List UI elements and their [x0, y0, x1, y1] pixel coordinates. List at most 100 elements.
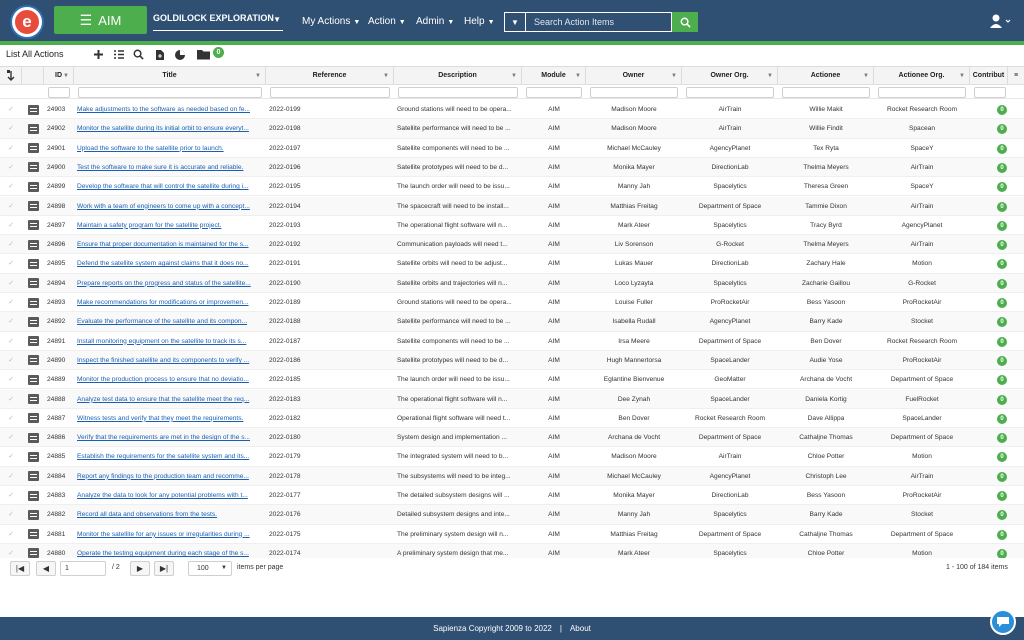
- notes-icon[interactable]: [27, 297, 39, 308]
- notes-icon[interactable]: [27, 451, 39, 462]
- cell-title[interactable]: Analyze the data to look for any potenti…: [74, 486, 266, 505]
- notes-icon[interactable]: [22, 467, 44, 486]
- cell-title[interactable]: Verify that the requirements are met in …: [74, 428, 266, 447]
- sort-icon[interactable]: [0, 67, 22, 85]
- filter-description[interactable]: [398, 87, 518, 98]
- notes-icon[interactable]: [27, 374, 39, 385]
- user-menu[interactable]: [988, 13, 1012, 29]
- notes-icon[interactable]: [22, 100, 44, 119]
- notes-icon[interactable]: [27, 529, 39, 540]
- cell-title[interactable]: Make recommendations for modifications o…: [74, 293, 266, 312]
- table-row[interactable]: ✓ 24894 Prepare reports on the progress an…: [0, 273, 1024, 293]
- page-size-select[interactable]: 100 ▼: [188, 561, 232, 576]
- cell-title[interactable]: Evaluate the performance of the satellit…: [74, 312, 266, 331]
- search-scope-dropdown[interactable]: ▼: [504, 12, 526, 32]
- table-row[interactable]: ✓ 24901 Upload the software to the satelli…: [0, 139, 1024, 158]
- search-input[interactable]: [526, 12, 672, 32]
- notes-icon[interactable]: [27, 490, 39, 501]
- filter-owner-org[interactable]: [686, 87, 774, 98]
- prev-page-button[interactable]: ◀: [36, 561, 56, 576]
- table-row[interactable]: ✓ 24886 Verify that the requirements are m…: [0, 428, 1024, 448]
- table-row[interactable]: ✓ 24892 Evaluate the performance of the sa…: [0, 312, 1024, 332]
- cell-title[interactable]: Upload the software to the satellite pri…: [74, 139, 266, 158]
- filter-actionee[interactable]: [782, 87, 870, 98]
- col-title-header[interactable]: Title ▼: [74, 67, 266, 85]
- table-row[interactable]: ✓ 24881 Monitor the satellite for any issu…: [0, 525, 1024, 544]
- notes-icon[interactable]: [22, 486, 44, 505]
- list-icon[interactable]: [112, 48, 125, 61]
- chevron-down-icon[interactable]: ▼: [863, 67, 869, 85]
- notes-icon[interactable]: [27, 258, 39, 269]
- cell-title[interactable]: Work with a team of engineers to come up…: [74, 197, 266, 216]
- notes-icon[interactable]: [22, 409, 44, 428]
- table-row[interactable]: ✓ 24899 Develop the software that will con…: [0, 177, 1024, 197]
- notes-icon[interactable]: [22, 525, 44, 544]
- chevron-down-icon[interactable]: ▼: [575, 67, 581, 85]
- table-row[interactable]: ✓ 24880 Operate the testing equipment duri…: [0, 543, 1024, 558]
- table-row[interactable]: ✓ 24887 Witness tests and verify that they…: [0, 409, 1024, 429]
- pie-chart-icon[interactable]: [173, 48, 186, 61]
- about-link[interactable]: About: [570, 624, 591, 633]
- chevron-down-icon[interactable]: ▼: [511, 67, 517, 85]
- nav-help[interactable]: Help ▼: [464, 16, 495, 27]
- table-row[interactable]: ✓ 24884 Report any findings to the product…: [0, 466, 1024, 486]
- col-owner-org-header[interactable]: Owner Org. ▼: [682, 67, 778, 85]
- notes-icon[interactable]: [22, 293, 44, 312]
- col-module-header[interactable]: Module ▼: [522, 67, 586, 85]
- notes-icon[interactable]: [22, 428, 44, 447]
- cell-title[interactable]: Record all data and observations from th…: [74, 505, 266, 524]
- filter-reference[interactable]: [270, 87, 390, 98]
- notes-icon[interactable]: [22, 216, 44, 235]
- notes-icon[interactable]: [27, 316, 39, 327]
- notes-icon[interactable]: [22, 139, 44, 158]
- notes-icon[interactable]: [22, 235, 44, 254]
- cell-title[interactable]: Make adjustments to the software as need…: [74, 100, 266, 119]
- table-row[interactable]: ✓ 24889 Monitor the production process to …: [0, 370, 1024, 390]
- cell-title[interactable]: Operate the testing equipment during eac…: [74, 544, 266, 558]
- notes-icon[interactable]: [22, 370, 44, 389]
- notes-icon[interactable]: [22, 274, 44, 293]
- page-number-input[interactable]: 1: [60, 561, 106, 576]
- chevron-down-icon[interactable]: ▼: [383, 67, 389, 85]
- cell-title[interactable]: Defend the satellite system against clai…: [74, 254, 266, 273]
- notes-icon[interactable]: [22, 197, 44, 216]
- column-menu-icon[interactable]: ≡: [1008, 67, 1024, 85]
- chevron-down-icon[interactable]: ▼: [767, 67, 773, 85]
- table-row[interactable]: ✓ 24888 Analyze test data to ensure that t…: [0, 389, 1024, 409]
- notes-icon[interactable]: [27, 394, 39, 404]
- filter-title[interactable]: [78, 87, 262, 98]
- table-row[interactable]: ✓ 24902 Monitor the satellite during its i…: [0, 119, 1024, 139]
- module-menu-button[interactable]: ☰ AIM: [54, 6, 147, 34]
- next-page-button[interactable]: ▶: [130, 561, 150, 576]
- chevron-down-icon[interactable]: ▼: [671, 67, 677, 85]
- cell-title[interactable]: Monitor the production process to ensure…: [74, 370, 266, 389]
- col-actionee-header[interactable]: Actionee ▼: [778, 67, 874, 85]
- notes-icon[interactable]: [27, 201, 39, 211]
- col-actionee-org-header[interactable]: Actionee Org. ▼: [874, 67, 970, 85]
- magnifier-icon[interactable]: [132, 48, 145, 61]
- col-owner-header[interactable]: Owner ▼: [586, 67, 682, 85]
- filter-id[interactable]: [48, 87, 70, 98]
- cell-title[interactable]: Install monitoring equipment on the sate…: [74, 332, 266, 351]
- notes-icon[interactable]: [22, 312, 44, 331]
- table-row[interactable]: ✓ 24893 Make recommendations for modificat…: [0, 293, 1024, 313]
- folder-icon[interactable]: [195, 48, 211, 61]
- notes-icon[interactable]: [22, 351, 44, 370]
- table-row[interactable]: ✓ 24883 Analyze the data to look for any p…: [0, 486, 1024, 506]
- col-reference-header[interactable]: Reference ▼: [266, 67, 394, 85]
- nav-admin[interactable]: Admin ▼: [416, 16, 454, 27]
- cell-title[interactable]: Test the software to make sure it is acc…: [74, 158, 266, 177]
- notes-icon[interactable]: [22, 505, 44, 524]
- notes-icon[interactable]: [27, 239, 39, 250]
- table-row[interactable]: ✓ 24903 Make adjustments to the software a…: [0, 100, 1024, 120]
- table-row[interactable]: ✓ 24882 Record all data and observations f…: [0, 505, 1024, 525]
- cell-title[interactable]: Analyze test data to ensure that the sat…: [74, 390, 266, 409]
- table-row[interactable]: ✓ 24896 Ensure that proper documentation i…: [0, 235, 1024, 255]
- notes-icon[interactable]: [22, 119, 44, 138]
- table-row[interactable]: ✓ 24885 Establish the requirements for the…: [0, 447, 1024, 467]
- filter-owner[interactable]: [590, 87, 678, 98]
- chat-button[interactable]: [990, 609, 1016, 635]
- filter-actionee-org[interactable]: [878, 87, 966, 98]
- notes-icon[interactable]: [27, 336, 39, 347]
- search-button[interactable]: [672, 12, 698, 32]
